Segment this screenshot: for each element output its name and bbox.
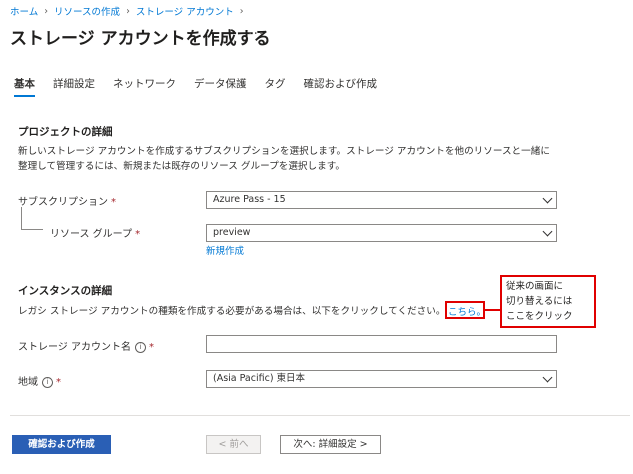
region-label: 地域 i * [18, 373, 61, 388]
tab-review-create[interactable]: 確認および作成 [304, 76, 378, 97]
subscription-select-value: Azure Pass - 15 [213, 194, 286, 205]
chevron-right-icon: › [126, 5, 130, 17]
breadcrumb: ホーム › リソースの作成 › ストレージ アカウント › [10, 4, 244, 19]
account-name-input[interactable] [206, 335, 557, 353]
chevron-down-icon [542, 372, 553, 383]
chevron-right-icon: › [239, 5, 244, 17]
tree-connector [21, 207, 22, 229]
region-label-text: 地域 [18, 377, 38, 388]
account-name-label: ストレージ アカウント名 i * [18, 338, 154, 353]
chevron-down-icon [542, 193, 553, 204]
tree-connector [21, 229, 43, 230]
tab-tags[interactable]: タグ [265, 76, 286, 97]
review-create-button[interactable]: 確認および作成 [12, 435, 111, 454]
info-icon[interactable]: i [134, 342, 146, 353]
callout-line: 従来の画面に [506, 281, 564, 292]
tab-advanced[interactable]: 詳細設定 [53, 76, 95, 97]
required-mark: * [148, 342, 154, 353]
required-mark: * [111, 197, 116, 208]
create-new-resource-group-link[interactable]: 新規作成 [206, 243, 244, 257]
callout-line: 切り替えるには [506, 296, 573, 307]
instance-details-heading: インスタンスの詳細 [18, 285, 113, 297]
info-icon[interactable]: i [42, 377, 53, 388]
region-select-value: (Asia Pacific) 東日本 [213, 373, 306, 384]
resource-group-label: リソース グループ * [50, 225, 140, 240]
page-title: ストレージ アカウントを作成する [10, 29, 271, 49]
account-name-label-text: ストレージ アカウント名 [18, 342, 131, 353]
resource-group-select-value: preview [213, 227, 251, 238]
required-mark: * [56, 377, 61, 388]
tab-bar: 基本 詳細設定 ネットワーク データ保護 タグ 確認および作成 [14, 76, 377, 97]
breadcrumb-create-resource[interactable]: リソースの作成 [54, 4, 120, 18]
instance-details-description: レガシ ストレージ アカウントの種類を作成する必要がある場合は、以下をクリックし… [18, 306, 446, 317]
region-select[interactable]: (Asia Pacific) 東日本 [206, 370, 557, 388]
annotation-callout: 従来の画面に 切り替えるには ここをクリック [500, 275, 596, 328]
tab-networking[interactable]: ネットワーク [113, 76, 176, 97]
project-details-heading: プロジェクトの詳細 [18, 126, 113, 138]
next-advanced-button[interactable]: 次へ: 詳細設定 > [280, 435, 381, 454]
subscription-label-text: サブスクリプション [18, 197, 108, 208]
project-details-description: 新しいストレージ アカウントを作成するサブスクリプションを選択します。ストレージ… [18, 146, 550, 172]
subscription-label: サブスクリプション * [18, 193, 116, 208]
callout-connector [485, 309, 500, 311]
resource-group-label-text: リソース グループ [50, 229, 133, 240]
tab-basics[interactable]: 基本 [14, 76, 35, 97]
chevron-down-icon [542, 226, 553, 237]
footer-divider [10, 415, 630, 416]
breadcrumb-home[interactable]: ホーム [10, 4, 38, 18]
chevron-right-icon: › [44, 5, 49, 17]
required-mark: * [135, 229, 141, 240]
tab-data-protection[interactable]: データ保護 [194, 76, 247, 97]
callout-line: ここをクリック [506, 311, 573, 322]
subscription-select[interactable]: Azure Pass - 15 [206, 191, 557, 209]
legacy-account-link[interactable]: こちら。 [448, 304, 486, 318]
resource-group-select[interactable]: preview [206, 224, 557, 242]
more-options-icon[interactable]: ··· [248, 26, 264, 42]
previous-button[interactable]: < 前へ [206, 435, 261, 454]
breadcrumb-storage-account[interactable]: ストレージ アカウント [136, 4, 234, 18]
